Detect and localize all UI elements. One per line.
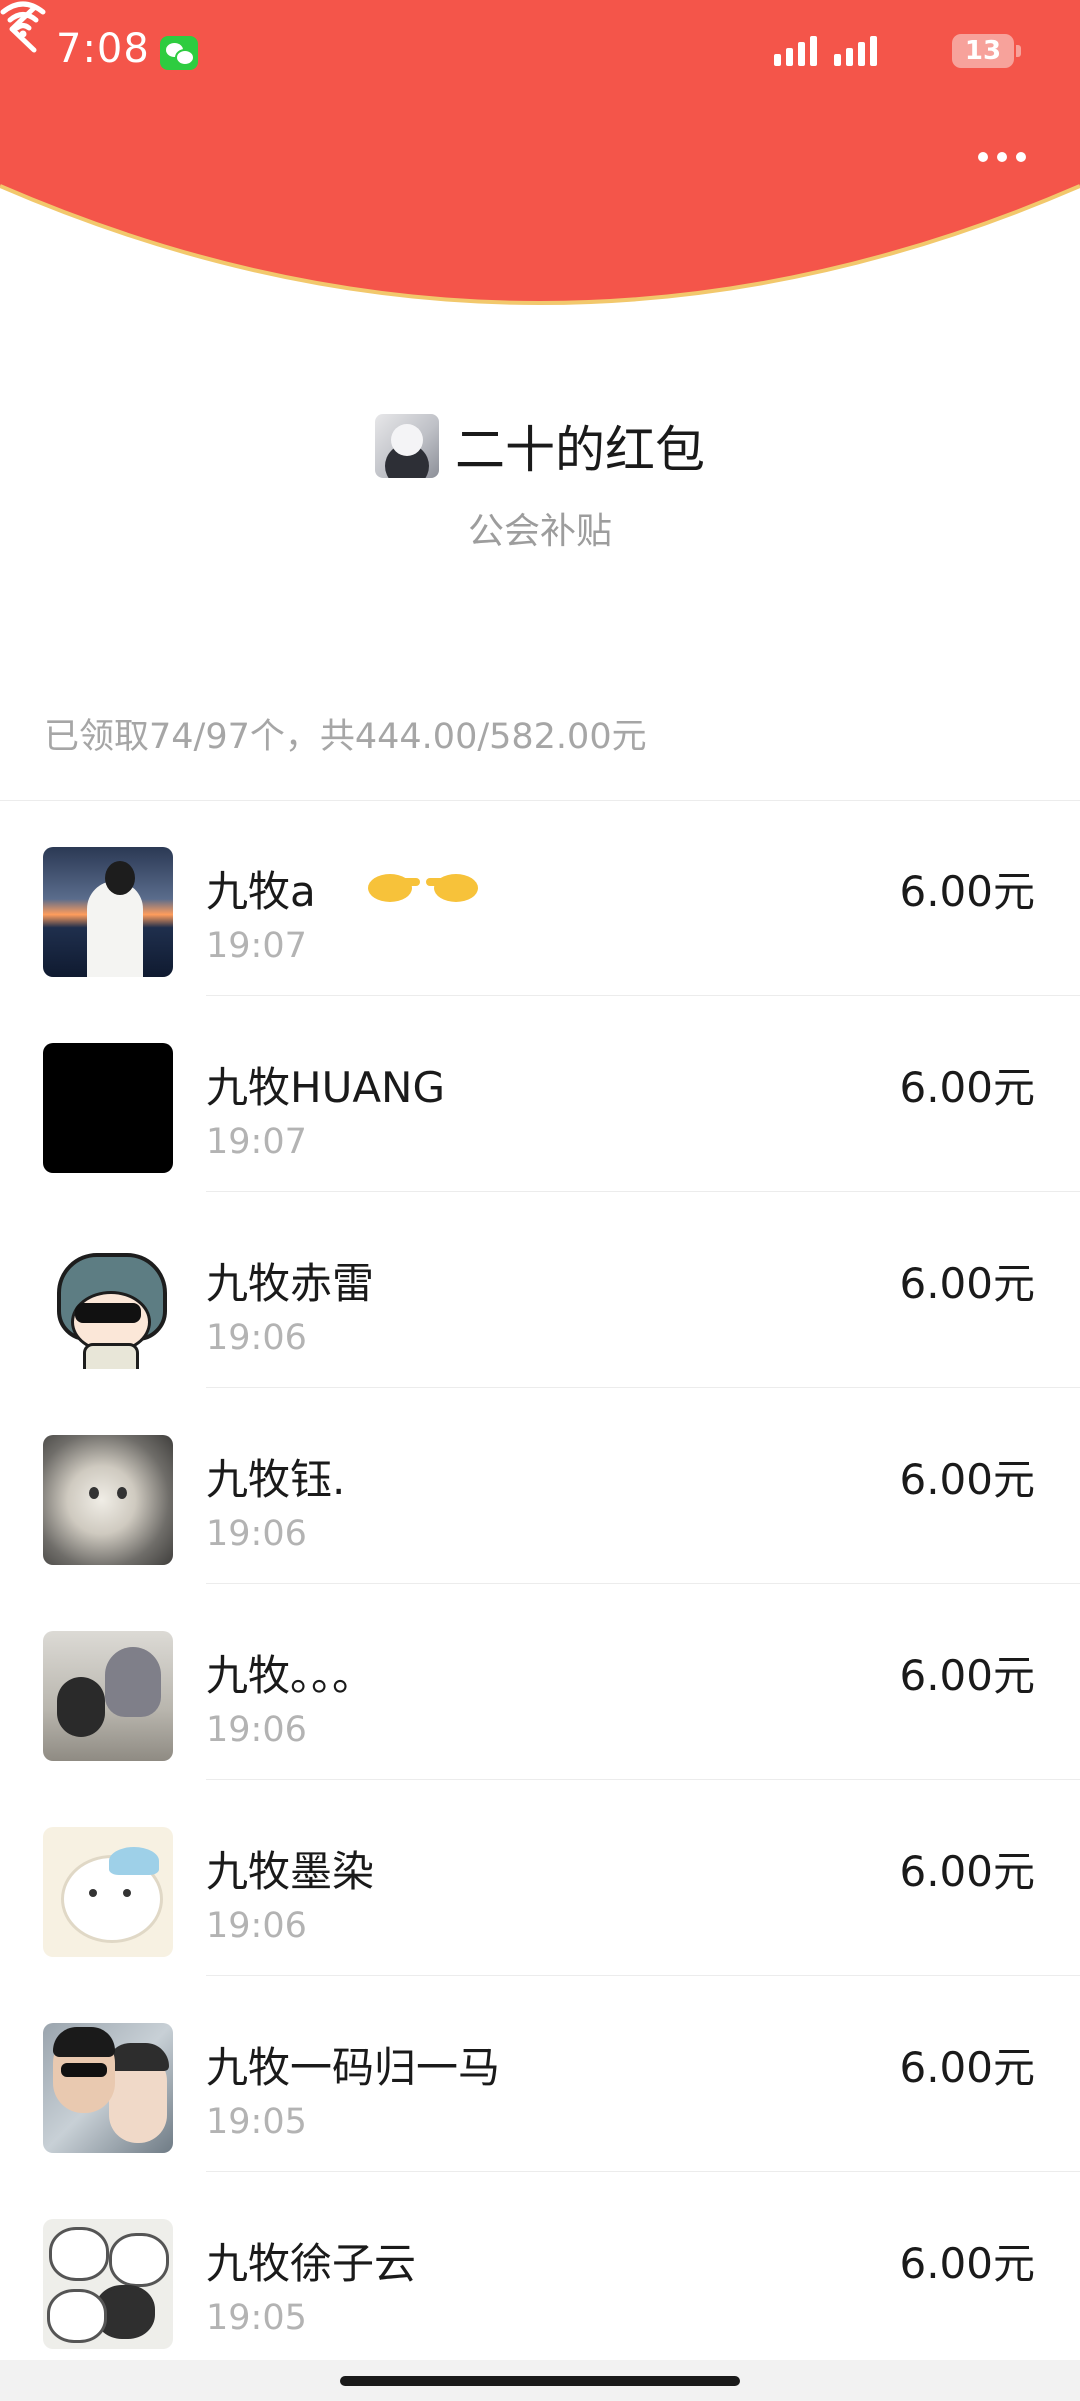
list-item[interactable]: 九牧墨染 19:06 6.00元 bbox=[0, 1780, 1080, 1976]
claim-summary: 已领取74/97个，共444.00/582.00元 bbox=[44, 717, 647, 757]
red-packet-header: 7:08 13 bbox=[0, 0, 1080, 322]
avatar[interactable] bbox=[43, 1631, 173, 1761]
claim-amount: 6.00元 bbox=[899, 1455, 1035, 1504]
claim-amount: 6.00元 bbox=[899, 1847, 1035, 1896]
sender-info: 二十的红包 bbox=[0, 410, 1080, 482]
pointing-hands-icon bbox=[368, 874, 478, 902]
wechat-notification-icon bbox=[160, 36, 198, 70]
recipient-name: 九牧一码归一马 bbox=[206, 2043, 501, 2092]
claim-amount: 6.00元 bbox=[899, 2239, 1035, 2288]
claim-time: 19:06 bbox=[206, 1514, 307, 1554]
claim-time: 19:06 bbox=[206, 1318, 307, 1358]
claim-time: 19:06 bbox=[206, 1906, 307, 1946]
list-item[interactable]: 九牧一码归一马 19:05 6.00元 bbox=[0, 1976, 1080, 2172]
battery-indicator: 13 bbox=[952, 34, 1021, 68]
sender-title: 二十的红包 bbox=[455, 421, 705, 479]
dot-icon bbox=[1016, 152, 1026, 162]
recipient-name: 九牧钰. bbox=[206, 1455, 346, 1504]
recipient-list: 九牧a 19:07 6.00元 九牧HUANG 19:07 6.00元 九牧赤雷… bbox=[0, 800, 1080, 2368]
sender-avatar[interactable] bbox=[375, 414, 439, 478]
list-item[interactable]: 九牧钰. 19:06 6.00元 bbox=[0, 1388, 1080, 1584]
dot-icon bbox=[997, 152, 1007, 162]
signal-1-icon bbox=[774, 34, 817, 66]
signal-2-icon bbox=[834, 34, 877, 66]
list-item[interactable]: 九牧。。。 19:06 6.00元 bbox=[0, 1584, 1080, 1780]
list-item[interactable]: 九牧徐子云 19:05 6.00元 bbox=[0, 2172, 1080, 2368]
avatar[interactable] bbox=[43, 1043, 173, 1173]
claim-time: 19:05 bbox=[206, 2298, 307, 2338]
list-item[interactable]: 九牧赤雷 19:06 6.00元 bbox=[0, 1192, 1080, 1388]
avatar[interactable] bbox=[43, 1435, 173, 1565]
avatar[interactable] bbox=[43, 847, 173, 977]
avatar[interactable] bbox=[43, 1239, 173, 1369]
avatar[interactable] bbox=[43, 2023, 173, 2153]
recipient-name: 九牧墨染 bbox=[206, 1847, 375, 1896]
claim-time: 19:07 bbox=[206, 1122, 307, 1162]
claim-amount: 6.00元 bbox=[899, 1063, 1035, 1112]
list-item[interactable]: 九牧HUANG 19:07 6.00元 bbox=[0, 996, 1080, 1192]
more-options-button[interactable] bbox=[978, 138, 1034, 176]
recipient-name: 九牧HUANG bbox=[206, 1063, 446, 1112]
recipient-name: 九牧a bbox=[206, 867, 316, 916]
avatar[interactable] bbox=[43, 1827, 173, 1957]
dot-icon bbox=[978, 152, 988, 162]
claim-time: 19:05 bbox=[206, 2102, 307, 2142]
status-time: 7:08 bbox=[56, 26, 150, 72]
recipient-name: 九牧徐子云 bbox=[206, 2239, 417, 2288]
claim-amount: 6.00元 bbox=[899, 1259, 1035, 1308]
claim-time: 19:07 bbox=[206, 926, 307, 966]
claim-amount: 6.00元 bbox=[899, 2043, 1035, 2092]
claim-amount: 6.00元 bbox=[899, 867, 1035, 916]
claim-time: 19:06 bbox=[206, 1710, 307, 1750]
back-button[interactable] bbox=[0, 0, 46, 58]
home-indicator[interactable] bbox=[340, 2376, 740, 2386]
list-item[interactable]: 九牧a 19:07 6.00元 bbox=[0, 800, 1080, 996]
claim-amount: 6.00元 bbox=[899, 1651, 1035, 1700]
recipient-name: 九牧。。。 bbox=[206, 1651, 375, 1700]
red-packet-subtitle: 公会补贴 bbox=[467, 511, 612, 552]
avatar[interactable] bbox=[43, 2219, 173, 2349]
recipient-name: 九牧赤雷 bbox=[206, 1259, 375, 1308]
